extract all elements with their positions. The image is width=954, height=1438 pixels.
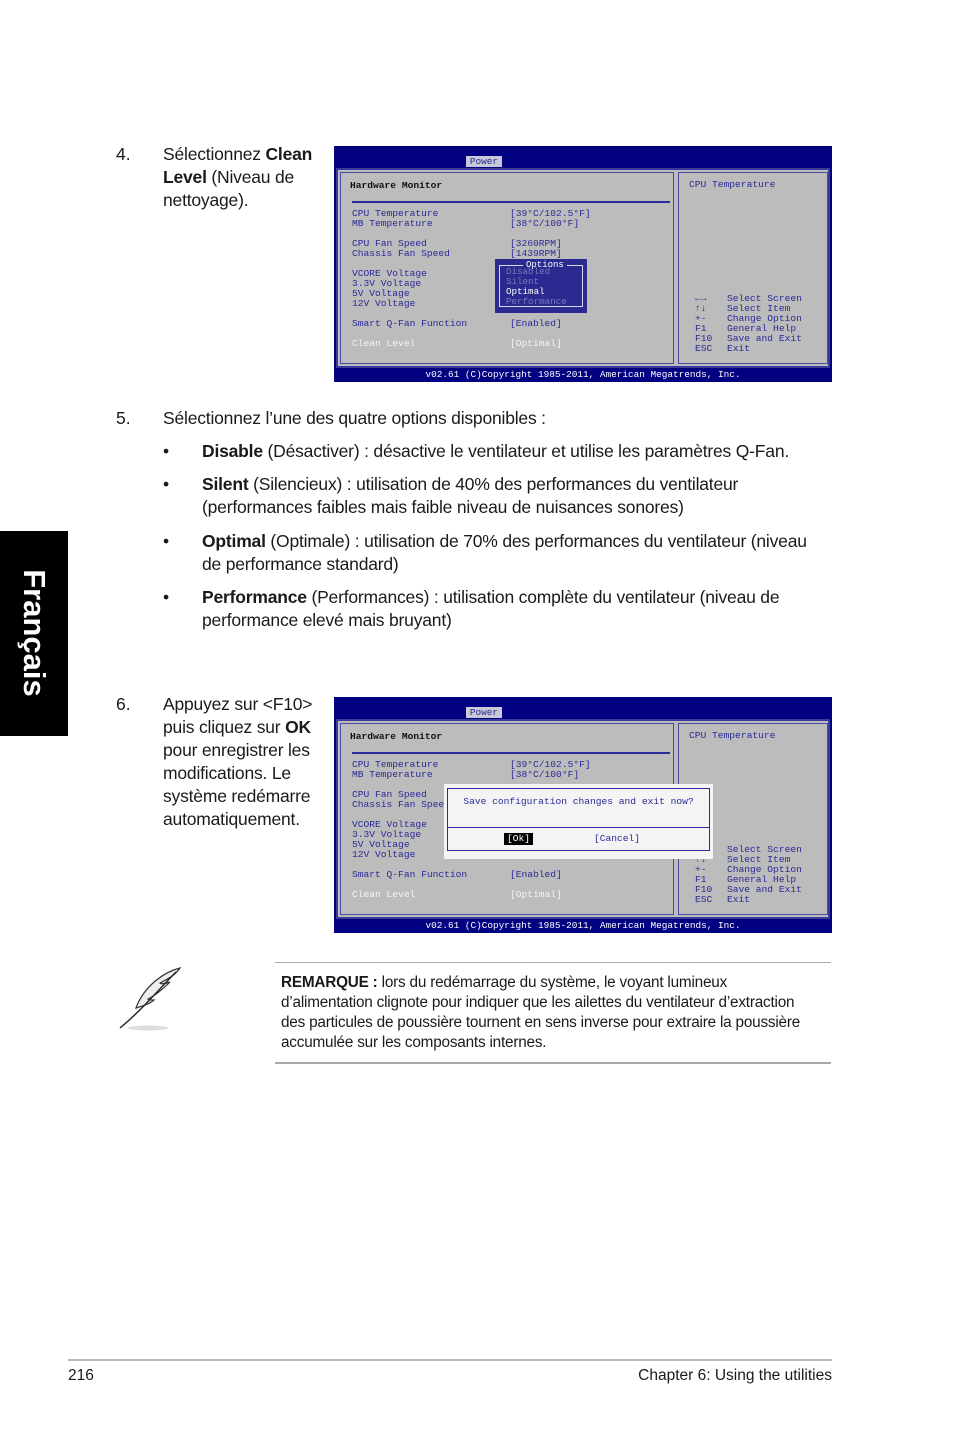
setting-label: Chassis Fan Speed [352, 799, 450, 810]
bullet-text: (Désactiver) : désactive le ventilateur … [262, 441, 790, 461]
bullet-text: (Performances) : utilisation complète du… [306, 587, 780, 607]
setting-label: Clean Level [352, 338, 416, 349]
key-hint: ESC [695, 894, 713, 905]
bios-help-panel: CPU Temperature←→Select Screen↑↓Select I… [678, 172, 828, 364]
note-text: REMARQUE : lors du redémarrage du systèm… [281, 974, 801, 1051]
bullet-text: (Silencieux) : utilisation de 40% des pe… [248, 474, 739, 494]
bullet-dot: • [163, 441, 169, 461]
setting-value: [Optimal] [510, 338, 562, 349]
setting-label: Chassis Fan Speed [352, 248, 450, 259]
bullet-text: (Optimale) : utilisation de 70% des perf… [265, 531, 807, 551]
setting-label: 12V Voltage [352, 849, 416, 860]
key-description: Exit [727, 894, 751, 905]
setting-label: Smart Q-Fan Function [352, 869, 468, 880]
step-number: 5. [116, 408, 131, 428]
bullet-item: Disable (Désactiver) : désactive le vent… [202, 440, 842, 463]
section-title: Hardware Monitor [350, 180, 443, 191]
cancel-button[interactable]: [Cancel] [594, 834, 640, 844]
step-number: 6. [116, 694, 131, 714]
setting-value: [1439RPM] [510, 248, 562, 259]
language-side-tab: Français [0, 531, 68, 736]
bullet-text: de performance standard) [202, 554, 399, 574]
bullet-text: (performances faibles mais faible niveau… [202, 497, 684, 517]
bullet-dot: • [163, 474, 169, 494]
step-number: 4. [116, 144, 131, 164]
setting-value: [Enabled] [510, 318, 562, 329]
bios-screenshot-save-dialog: Power Hardware Monitor CPU Temperature [39°… [334, 697, 832, 933]
help-title: CPU Temperature [689, 730, 776, 741]
dialog-frame: Save configuration changes and exit now?… [447, 788, 710, 851]
bullet-item: Optimal (Optimale) : utilisation de 70% … [202, 530, 842, 576]
feather-quill-icon [119, 967, 182, 1031]
chapter-title: Chapter 6: Using the utilities [638, 1367, 832, 1384]
step-6-text: Appuyez sur <F10> puis cliquez sur OK po… [163, 694, 313, 829]
bullet-item: Performance (Performances) : utilisation… [202, 586, 842, 632]
bullet-term: Optimal [202, 531, 266, 551]
bios-copyright: v02.61 (C)Copyright 1985-2011, American … [425, 369, 741, 380]
key-hint: ESC [695, 343, 713, 354]
dialog-divider [448, 827, 709, 828]
bullet-dot: • [163, 587, 169, 607]
page-number: 216 [68, 1367, 94, 1384]
setting-label: Clean Level [352, 889, 416, 900]
option-performance[interactable]: Performance [506, 297, 567, 307]
key-description: Exit [727, 343, 751, 354]
tab-power: Power [466, 156, 502, 167]
section-divider [352, 752, 670, 754]
footer-rule [68, 1359, 832, 1361]
setting-value: [Enabled] [510, 869, 562, 880]
setting-label: MB Temperature [352, 769, 433, 780]
bios-screenshot-options: Power Hardware Monitor CPU Temperature [39°… [334, 146, 832, 382]
bullet-text: performance elevé mais bruyant) [202, 610, 452, 630]
bios-copyright: v02.61 (C)Copyright 1985-2011, American … [425, 920, 741, 931]
setting-label: Smart Q-Fan Function [352, 318, 468, 329]
note-bottom-rule [275, 1062, 831, 1064]
options-popup: Options Disabled Silent Optimal Performance [495, 259, 587, 313]
save-exit-dialog: Save configuration changes and exit now?… [444, 784, 713, 859]
help-title: CPU Temperature [689, 179, 776, 190]
step-5-text: Sélectionnez l’une des quatre options di… [163, 408, 546, 428]
section-title: Hardware Monitor [350, 731, 443, 742]
bullet-term: Performance [202, 587, 307, 607]
bullet-term: Silent [202, 474, 249, 494]
step-4-text: Sélectionnez Clean Level (Niveau de nett… [163, 144, 313, 210]
tab-power: Power [466, 707, 502, 718]
setting-value: [Optimal] [510, 889, 562, 900]
setting-value: [38°C/100°F] [510, 769, 580, 780]
setting-value: [38°C/100°F] [510, 218, 580, 229]
bullet-dot: • [163, 531, 169, 551]
setting-label: 12V Voltage [352, 298, 416, 309]
bullet-item: Silent (Silencieux) : utilisation de 40%… [202, 473, 842, 519]
bullet-term: Disable [202, 441, 263, 461]
section-divider [352, 201, 670, 203]
ok-button[interactable]: [Ok] [504, 833, 534, 845]
note-top-rule [275, 962, 831, 963]
dialog-question: Save configuration changes and exit now? [463, 796, 694, 807]
setting-label: MB Temperature [352, 218, 433, 229]
